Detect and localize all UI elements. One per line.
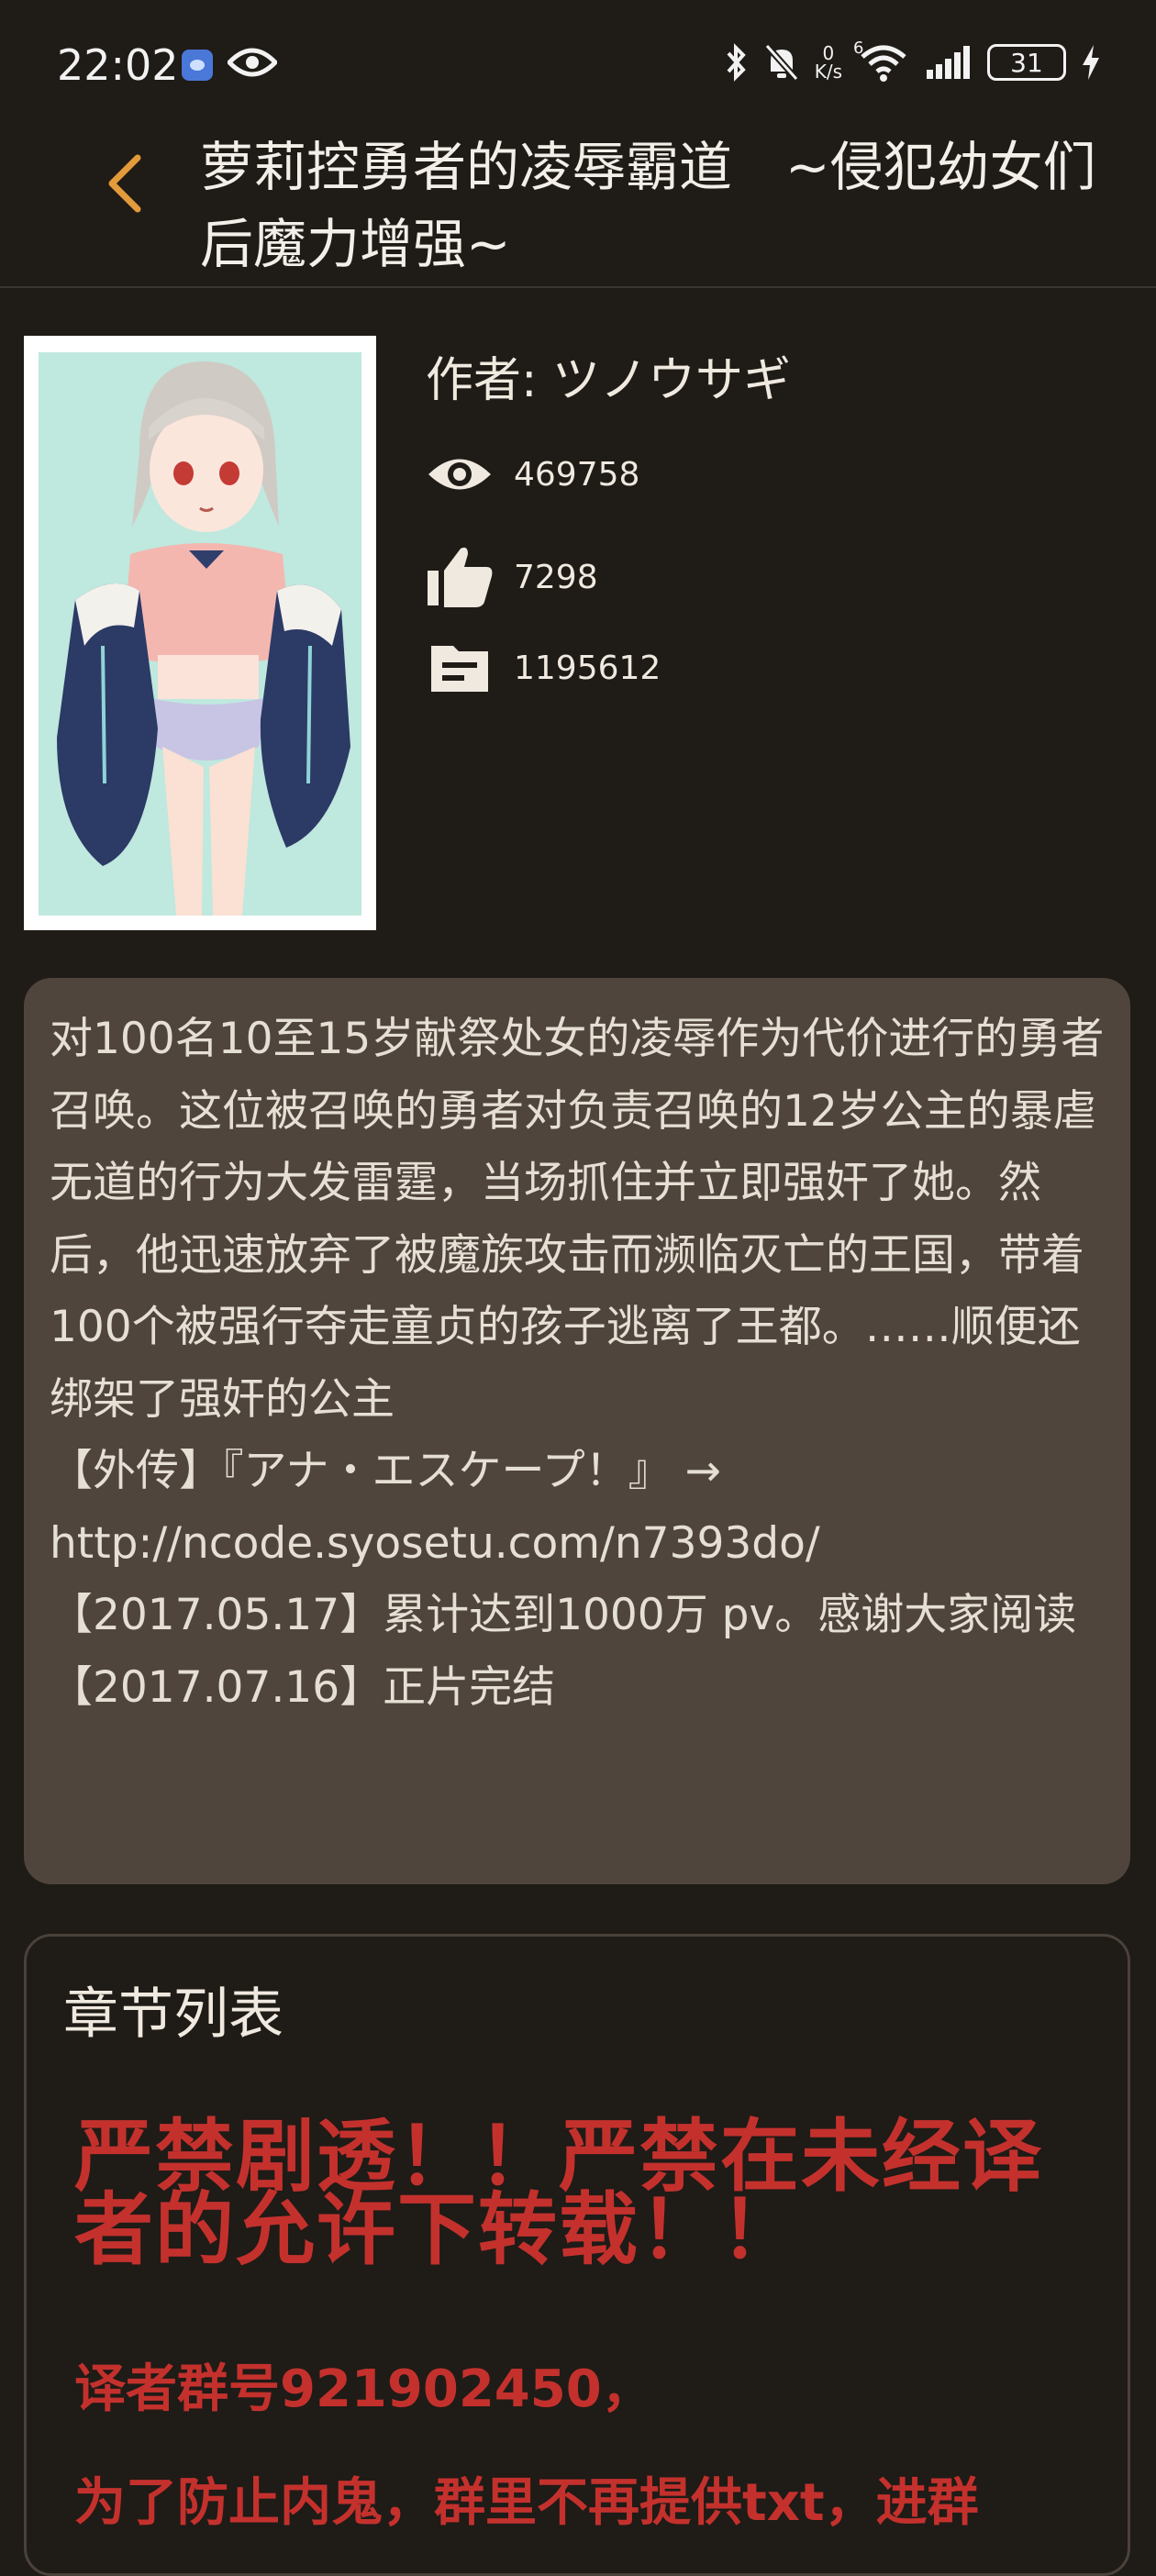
status-icons: 0 K/s 6 31: [725, 39, 1101, 83]
warning-text: 严禁剧透！！严禁在未经译者的允许下转载！！: [74, 2111, 1043, 2276]
network-speed: 0 K/s: [815, 44, 842, 81]
book-cover[interactable]: [24, 336, 376, 930]
mute-icon: [764, 43, 799, 82]
charging-icon: [1083, 45, 1099, 80]
book-title: 萝莉控勇者的凌辱霸道 ~侵犯幼女们后魔力增强~: [200, 136, 1096, 275]
words-count: 1195612: [514, 649, 661, 687]
document-icon: [431, 646, 488, 692]
status-time: 22:02: [57, 40, 179, 90]
bluetooth-icon: [727, 43, 746, 82]
stat-words: 1195612: [426, 640, 661, 695]
header-divider: [0, 286, 1156, 288]
stat-views: 469758: [426, 451, 639, 497]
signal-icon: [927, 46, 970, 79]
eye-icon: [228, 48, 277, 77]
back-button[interactable]: [95, 150, 160, 215]
description-card: 对100名10至15岁献祭处女的凌辱作为代价进行的勇者召唤。这位被召唤的勇者对负…: [24, 978, 1130, 1884]
wifi-indicator: 6: [853, 39, 910, 83]
battery-indicator: 31: [987, 44, 1066, 81]
chapter-list-title: 章节列表: [63, 1982, 283, 2047]
wifi-icon: [861, 45, 906, 82]
thumbs-up-icon: [428, 547, 493, 607]
stat-likes: 7298: [426, 545, 598, 609]
views-count: 469758: [514, 455, 640, 494]
translator-group-number: 译者群号921902450，: [74, 2359, 653, 2419]
author: 作者: ツノウサギ: [426, 353, 792, 408]
eye-icon: [428, 459, 491, 490]
cover-illustration: [39, 352, 361, 916]
network-speed-value: 0: [822, 42, 835, 64]
notice-text: 为了防止内鬼，群里不再提供txt，进群: [74, 2473, 979, 2533]
chevron-left-icon: [108, 154, 141, 213]
likes-count: 7298: [514, 558, 598, 596]
chapter-list-card: 章节列表 严禁剧透！！严禁在未经译者的允许下转载！！ 译者群号921902450…: [24, 1934, 1130, 2576]
app-badge-icon: [182, 50, 213, 81]
battery-level: 31: [1010, 47, 1043, 78]
network-speed-unit: K/s: [814, 61, 842, 83]
description-text: 对100名10至15岁献祭处女的凌辱作为代价进行的勇者召唤。这位被召唤的勇者对负…: [50, 1014, 1105, 1713]
